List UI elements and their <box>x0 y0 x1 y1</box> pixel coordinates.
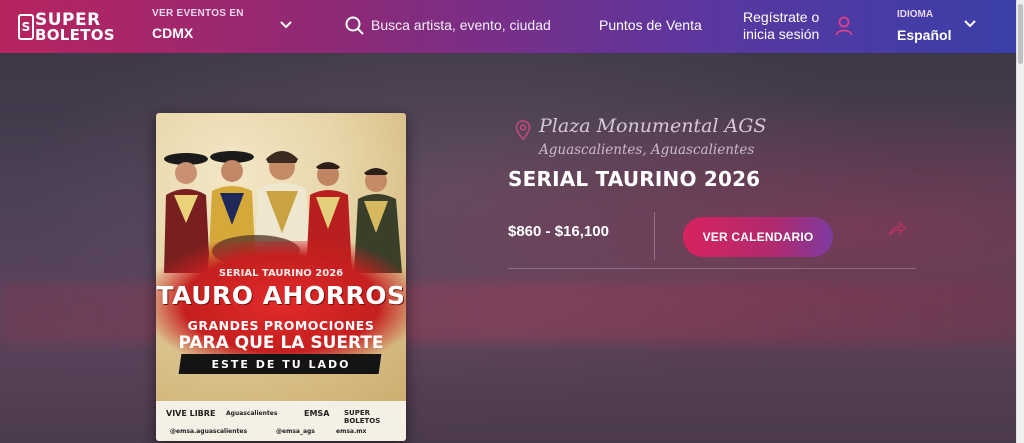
location-selector[interactable]: VER EVENTOS EN CDMX <box>152 8 302 46</box>
auth-line-2: inicia sesión <box>743 26 820 42</box>
footer-logo-2: Aguascalientes <box>226 410 278 417</box>
language-selector[interactable]: IDIOMA Español <box>897 9 987 45</box>
footer-logo-4: SUPER BOLETOS <box>344 409 381 425</box>
poster-line-1: GRANDES PROMOCIONES <box>187 318 375 333</box>
search-icon <box>345 16 364 35</box>
event-poster[interactable]: SERIAL TAURINO 2026 TAURO AHORROS GRANDE… <box>156 113 406 441</box>
top-header: S SUPER BOLETOS VER EVENTOS EN CDMX Busc… <box>0 0 1017 53</box>
footer-handle-2: @emsa_ags <box>276 428 315 435</box>
search-bar[interactable]: Busca artista, evento, ciudad <box>345 15 565 37</box>
section-divider <box>508 268 916 269</box>
event-hero <box>0 53 1017 443</box>
poster-footer: VIVE LIBRE Aguascalientes EMSA SUPER BOL… <box>156 401 406 441</box>
event-title: SERIAL TAURINO 2026 <box>508 167 761 191</box>
poster-headline: TAURO AHORROS <box>156 281 406 310</box>
points-of-sale-link[interactable]: Puntos de Venta <box>599 17 702 33</box>
price-divider <box>654 212 655 260</box>
login-link[interactable]: Regístrate o inicia sesión <box>743 9 819 43</box>
venue-name[interactable]: Plaza Monumental AGS <box>539 115 766 137</box>
chevron-down-icon <box>280 21 292 29</box>
footer-handle-1: @emsa.aguascalientes <box>170 428 248 435</box>
footer-handle-3: emsa.mx <box>336 428 367 435</box>
scrollbar-thumb[interactable] <box>1018 4 1023 64</box>
search-input[interactable]: Busca artista, evento, ciudad <box>371 17 551 33</box>
poster-kicker: SERIAL TAURINO 2026 <box>218 268 344 279</box>
location-pin-icon <box>515 120 531 140</box>
page-scrollbar[interactable] <box>1016 0 1024 443</box>
logo-badge: S <box>18 14 34 40</box>
view-calendar-button[interactable]: VER CALENDARIO <box>683 217 833 257</box>
logo-text-bottom: BOLETOS <box>35 26 115 44</box>
language-value: Español <box>897 27 952 43</box>
user-icon[interactable] <box>835 16 853 36</box>
venue-city: Aguascalientes, Aguascalientes <box>539 142 755 158</box>
chevron-down-icon <box>964 20 976 28</box>
hero-backdrop-band <box>0 283 1017 343</box>
auth-line-1: Regístrate o <box>743 9 820 25</box>
footer-logo-1: VIVE LIBRE <box>166 409 216 418</box>
footer-logo-3: EMSA <box>304 409 330 418</box>
price-range: $860 - $16,100 <box>508 223 609 240</box>
poster-line-3: ESTE DE TU LADO <box>211 358 351 371</box>
poster-line-2: PARA QUE LA SUERTE <box>178 333 384 353</box>
superboletos-logo[interactable]: S SUPER BOLETOS <box>18 10 115 44</box>
share-icon[interactable] <box>888 221 906 237</box>
